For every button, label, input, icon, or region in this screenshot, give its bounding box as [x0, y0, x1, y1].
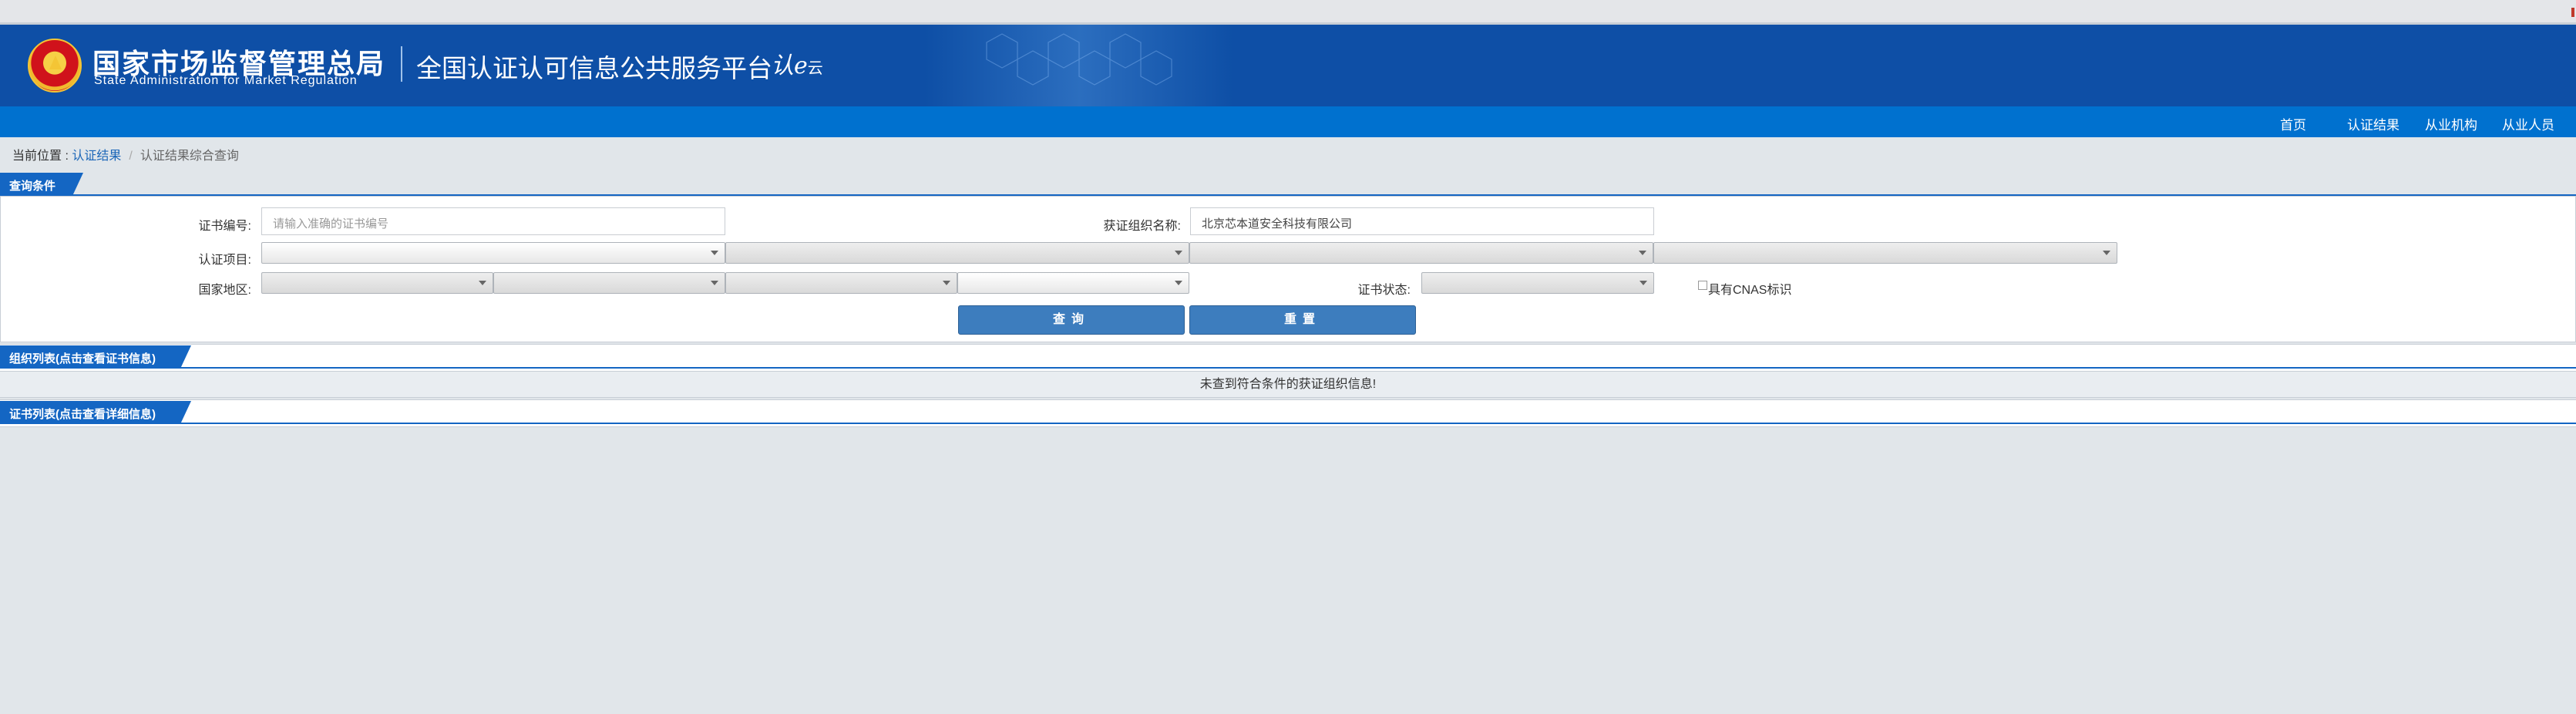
rz-cloud-logo: 认e云	[771, 46, 823, 80]
region-select-2[interactable]	[493, 272, 725, 294]
platform-title: 全国认证认可信息公共服务平台	[416, 53, 772, 83]
breadcrumb-separator: /	[129, 150, 133, 163]
project-select-4[interactable]	[1653, 242, 2117, 264]
header-divider	[401, 46, 402, 82]
tab-cert-list[interactable]: 证书列表(点击查看详细信息)	[0, 401, 191, 424]
nav-institutions[interactable]: 从业机构	[2425, 114, 2477, 133]
nav-cert-results[interactable]: 认证结果	[2347, 114, 2399, 133]
project-label: 认证项目:	[198, 254, 251, 267]
breadcrumb-prefix: 当前位置 :	[12, 150, 72, 163]
org-list-empty-message: 未查到符合条件的获证组织信息!	[0, 372, 2576, 398]
status-label: 证书状态:	[1357, 284, 1411, 297]
region-label: 国家地区:	[198, 284, 251, 297]
tab-org-list[interactable]: 组织列表(点击查看证书信息)	[0, 345, 191, 369]
chevron-down-icon	[943, 281, 950, 285]
project-select-3[interactable]	[1189, 242, 1653, 264]
region-select-3[interactable]	[725, 272, 957, 294]
region-select-1[interactable]	[261, 272, 493, 294]
tab-query-conditions: 查询条件	[0, 173, 83, 196]
cnas-checkbox[interactable]	[1698, 281, 1707, 290]
breadcrumb-link-cert-results[interactable]: 认证结果	[72, 150, 121, 163]
project-select-2[interactable]	[725, 242, 1189, 264]
chevron-down-icon	[479, 281, 486, 285]
project-select-1[interactable]	[261, 242, 725, 264]
chevron-down-icon	[2103, 251, 2110, 255]
org-name-label: 获证组织名称:	[1103, 220, 1181, 233]
cert-no-input[interactable]: 请输入准确的证书编号	[261, 207, 725, 235]
breadcrumb-current: 认证结果综合查询	[140, 150, 239, 163]
nav-home[interactable]: 首页	[2280, 114, 2306, 133]
top-strip	[0, 0, 2576, 25]
nav-practitioners[interactable]: 从业人员	[2502, 114, 2554, 133]
rz-logo-sub: 云	[807, 59, 823, 77]
cert-tab-rule	[0, 423, 2576, 424]
chevron-down-icon	[1639, 251, 1646, 255]
breadcrumb: 当前位置 : 认证结果 / 认证结果综合查询	[12, 145, 239, 163]
national-emblem-icon	[28, 39, 82, 93]
main-nav: 首页 认证结果 从业机构 从业人员	[0, 106, 2576, 137]
status-select[interactable]	[1421, 272, 1654, 294]
cnas-label: 具有CNAS标识	[1708, 284, 1792, 297]
corner-marker	[2571, 8, 2574, 17]
org-tab-rule	[0, 367, 2576, 369]
chevron-down-icon	[1175, 251, 1182, 255]
chevron-down-icon	[711, 251, 718, 255]
rz-logo-text: 认e	[771, 52, 808, 79]
org-name-input[interactable]: 北京芯本道安全科技有限公司	[1190, 207, 1654, 235]
cert-no-label: 证书编号:	[198, 220, 251, 233]
search-button[interactable]: 查询	[958, 305, 1185, 335]
chevron-down-icon	[1639, 281, 1647, 285]
reset-button[interactable]: 重置	[1189, 305, 1416, 335]
chevron-down-icon	[711, 281, 718, 285]
hexagon-pattern-icon	[986, 33, 1172, 86]
chevron-down-icon	[1175, 281, 1182, 285]
region-select-4[interactable]	[957, 272, 1189, 294]
site-header: 国家市场监督管理总局 State Administration for Mark…	[0, 25, 2576, 106]
org-name-en: State Administration for Market Regulati…	[94, 74, 358, 87]
